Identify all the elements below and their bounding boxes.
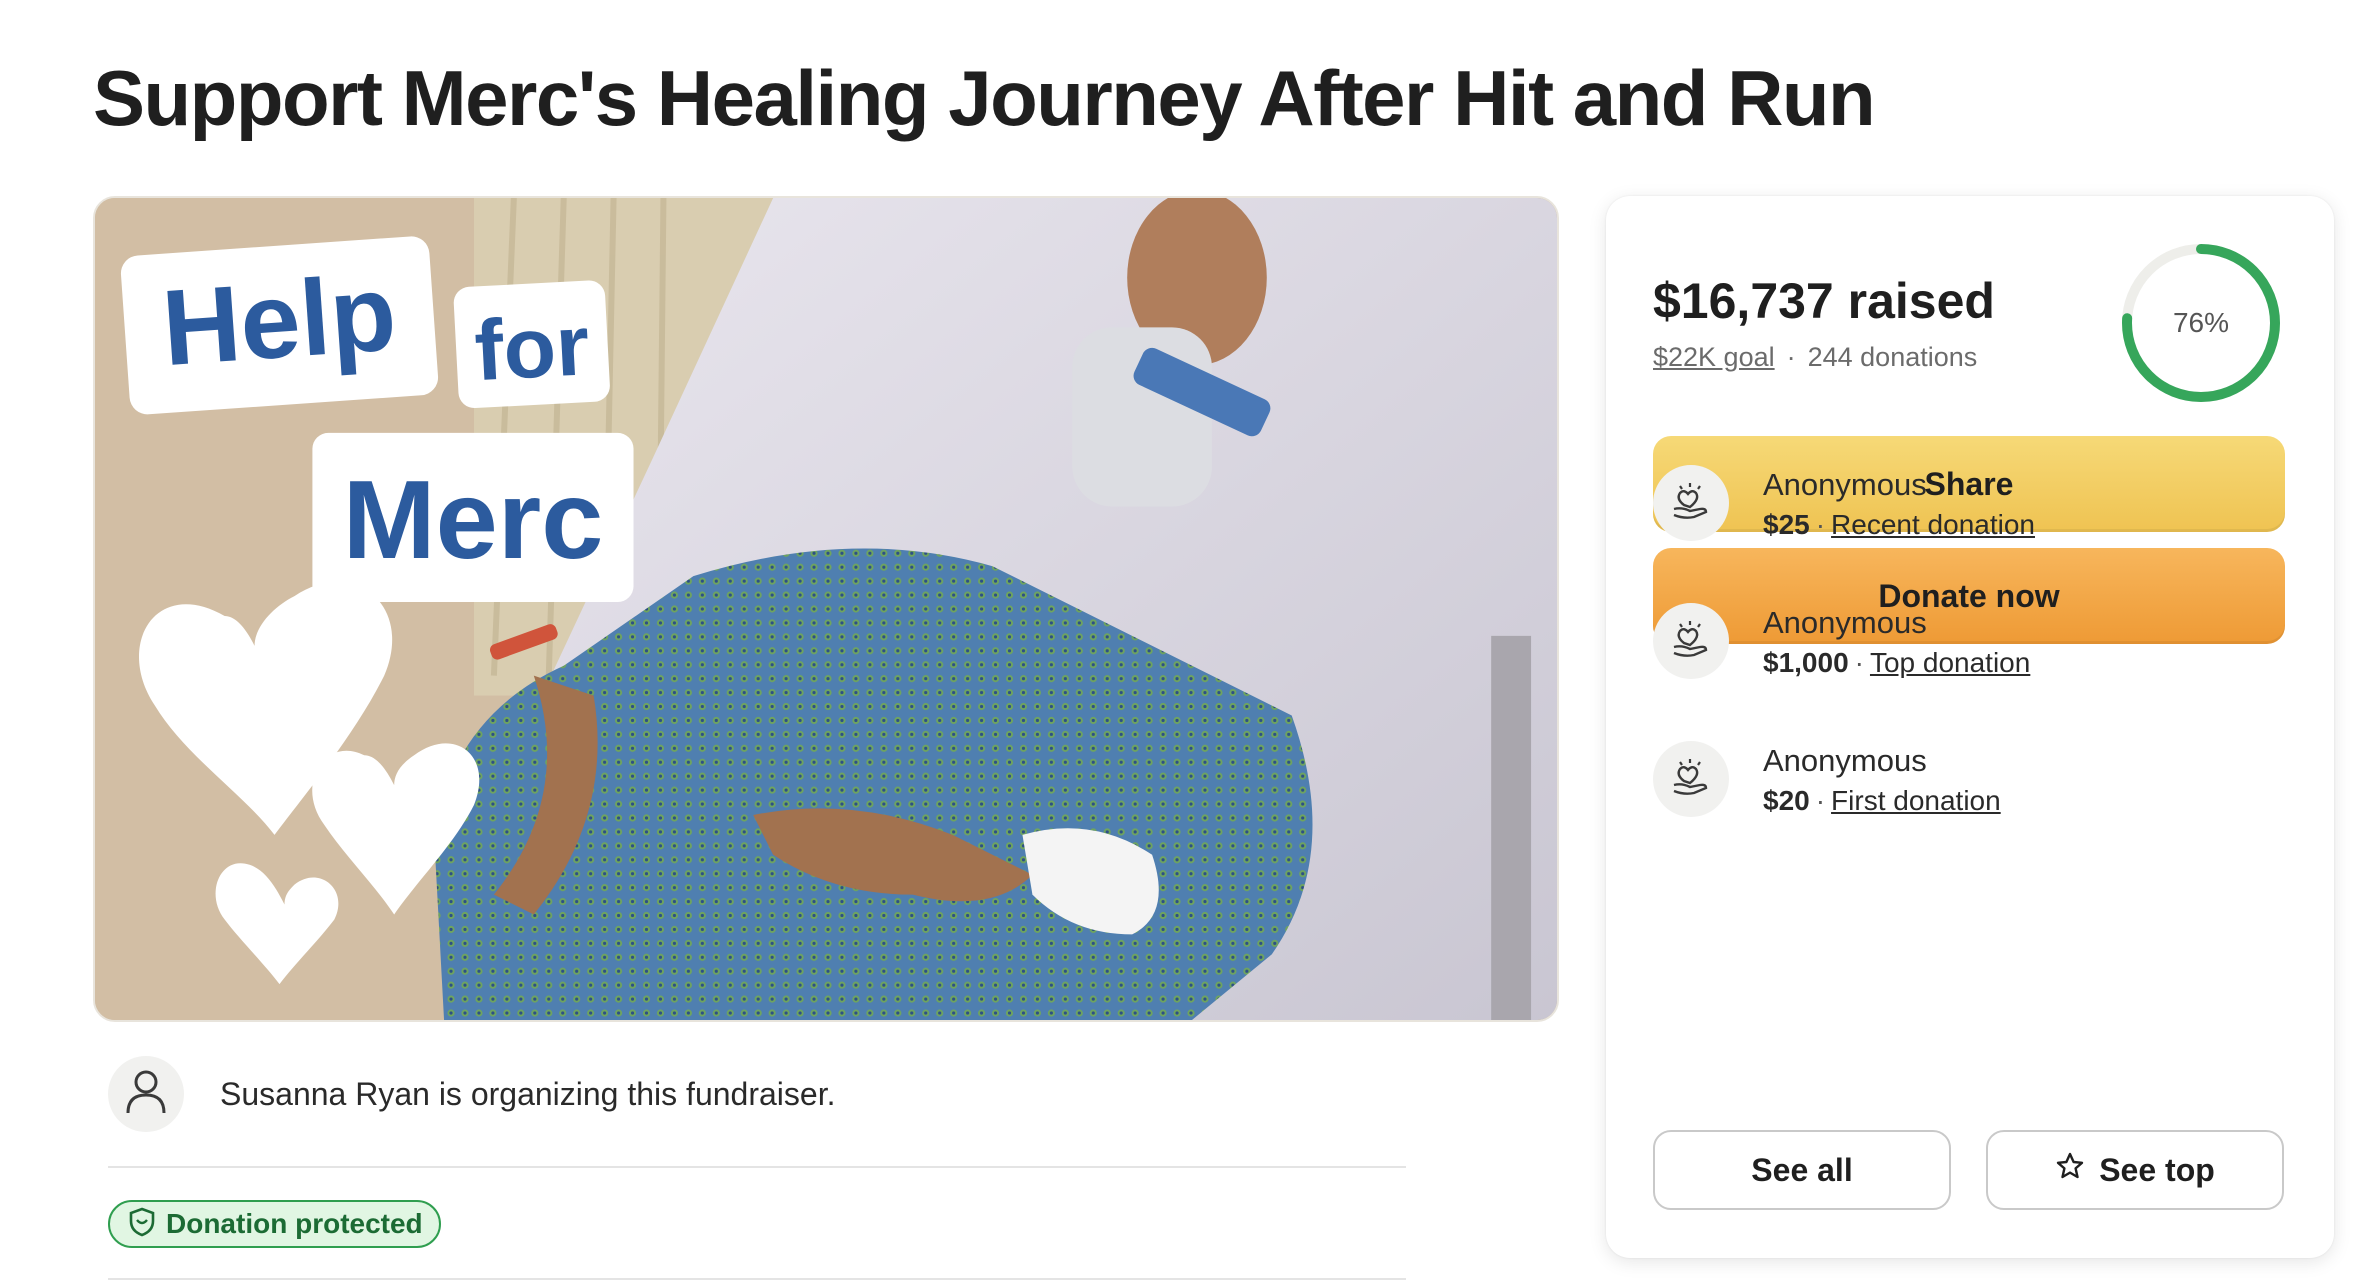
donation-separator: · <box>1815 509 1826 541</box>
organizer-row: Susanna Ryan is organizing this fundrais… <box>108 1056 835 1132</box>
hero-word-merc: Merc <box>343 457 604 582</box>
donor-name: Anonymous <box>1763 604 1927 640</box>
amount-raised: $16,737 raised <box>1653 273 1995 329</box>
goal-line: $22K goal · 244 donations <box>1653 342 1977 373</box>
hero-word-help: Help <box>159 252 400 388</box>
heart-hand-icon <box>1670 619 1712 664</box>
shield-icon <box>128 1207 156 1242</box>
donor-avatar <box>1653 465 1729 541</box>
organizer-avatar <box>108 1056 184 1132</box>
donation-item: Anonymous $1,000 · Top donation <box>1653 601 2285 681</box>
donation-count: 244 donations <box>1807 342 1978 372</box>
donation-amount: $20 <box>1763 785 1810 817</box>
donor-name: Anonymous <box>1763 742 1927 778</box>
see-all-button[interactable]: See all <box>1653 1130 1951 1210</box>
goal-link[interactable]: $22K goal <box>1653 342 1775 373</box>
donation-card: $16,737 raised $22K goal · 244 donations… <box>1606 196 2334 1258</box>
heart-hand-icon <box>1670 757 1712 802</box>
organizer-text: Susanna Ryan is organizing this fundrais… <box>220 1075 836 1112</box>
donation-type-link[interactable]: First donation <box>1831 785 2001 816</box>
heart-hand-icon <box>1670 481 1712 526</box>
donation-protected-label: Donation protected <box>166 1208 423 1239</box>
goal-separator: · <box>1786 342 1796 372</box>
donation-separator: · <box>1815 785 1826 817</box>
hero-illustration: Help for Merc <box>95 198 1557 1020</box>
donation-protected-badge[interactable]: Donation protected <box>108 1200 441 1248</box>
donation-amount: $1,000 <box>1763 647 1849 679</box>
donor-avatar <box>1653 603 1729 679</box>
donor-avatar <box>1653 741 1729 817</box>
see-top-button[interactable]: See top <box>1986 1130 2284 1210</box>
donation-separator: · <box>1854 647 1864 679</box>
progress-percent: 76% <box>2172 307 2230 338</box>
person-icon <box>125 1069 167 1120</box>
see-top-label: See top <box>2099 1151 2215 1188</box>
donation-type-link[interactable]: Top donation <box>1870 647 2030 678</box>
hero-image: Help for Merc <box>93 196 1559 1022</box>
donation-type-link[interactable]: Recent donation <box>1831 509 2035 540</box>
donation-item: Anonymous $20 · First donation <box>1653 739 2285 819</box>
donor-name: Anonymous <box>1763 466 1927 502</box>
star-icon <box>2055 1151 2085 1189</box>
divider <box>108 1278 1406 1280</box>
donation-item: Anonymous $25 · Recent donation <box>1653 463 2285 543</box>
hero-word-for: for <box>472 297 591 399</box>
divider <box>108 1166 1406 1168</box>
page-title: Support Merc's Healing Journey After Hit… <box>93 54 1876 142</box>
donation-amount: $25 <box>1763 509 1810 541</box>
see-all-label: See all <box>1751 1151 1853 1188</box>
